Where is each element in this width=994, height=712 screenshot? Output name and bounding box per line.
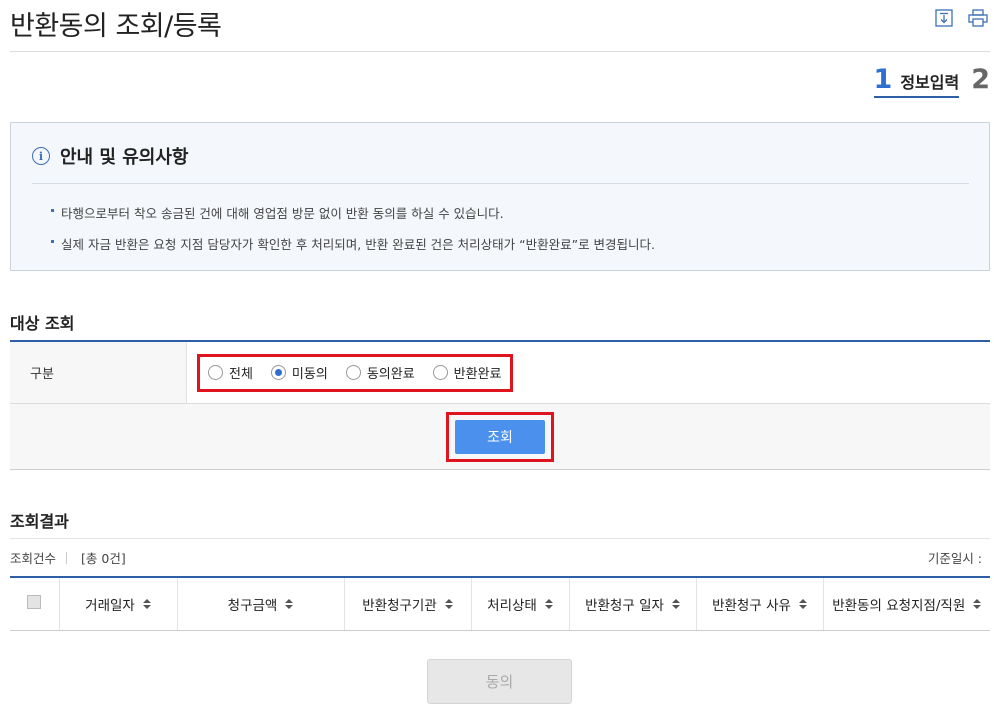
result-section-title: 조회결과: [10, 512, 69, 531]
result-count-value: [총 0건]: [81, 551, 126, 566]
col-header[interactable]: 반환청구기관: [344, 576, 472, 631]
radio-agreed-circle[interactable]: [345, 365, 361, 380]
radio-agreed[interactable]: 동의완료: [345, 363, 415, 382]
count-separator: [66, 551, 68, 564]
table-header-row: 거래일자 청구금액 반환청구기관 처리상태 반환청구 일자 반환청구 사유 반환…: [10, 576, 990, 631]
col-header[interactable]: 반환동의 요청지점/직원: [823, 576, 990, 631]
search-button[interactable]: 조회: [455, 419, 545, 454]
sort-icon[interactable]: [142, 598, 151, 609]
col-header[interactable]: 처리상태: [471, 576, 570, 631]
page-title: 반환동의 조회/등록: [10, 11, 222, 42]
col-header-label: 반환청구기관: [362, 597, 437, 614]
search-field: 전체 미동의 동의완료 반환완료: [187, 342, 990, 403]
download-icon[interactable]: [934, 8, 954, 28]
search-button-highlight: 조회: [446, 411, 554, 462]
step-current: 1 정보입력: [873, 64, 960, 98]
radio-returned-label: 반환완료: [453, 367, 502, 382]
notice-item: 타행으로부터 착오 송금된 건에 대해 영업점 방문 없이 반환 동의를 하실 …: [51, 203, 655, 222]
col-header[interactable]: 거래일자: [59, 576, 178, 631]
sort-icon[interactable]: [798, 598, 807, 609]
notice-item: 실제 자금 반환은 요청 지점 담당자가 확인한 후 처리되며, 반환 완료된 …: [51, 234, 655, 253]
radio-all-label: 전체: [229, 367, 253, 382]
select-all-checkbox[interactable]: [27, 594, 42, 609]
step-next-number: 2: [971, 64, 990, 95]
sort-icon[interactable]: [544, 598, 553, 609]
radio-returned[interactable]: 반환완료: [432, 363, 502, 382]
search-action-row: 조회: [10, 404, 990, 470]
notice-header: i 안내 및 유의사항: [32, 143, 188, 169]
sort-icon[interactable]: [973, 598, 982, 609]
base-date-label: 기준일시 :: [927, 551, 982, 566]
radio-all-circle[interactable]: [208, 365, 223, 380]
radio-all[interactable]: 전체: [208, 363, 253, 382]
title-divider: [10, 51, 990, 52]
notice-box: i 안내 및 유의사항 타행으로부터 착오 송금된 건에 대해 영업점 방문 없…: [10, 122, 990, 271]
search-form: 구분 전체 미동의 동의완료 반환완료 조회: [10, 340, 990, 470]
radio-selected-dot: [274, 369, 282, 376]
radio-not-agreed[interactable]: 미동의: [270, 363, 328, 382]
info-icon: i: [32, 147, 50, 165]
print-icon[interactable]: [968, 8, 988, 28]
search-row: 구분 전체 미동의 동의완료 반환완료: [10, 342, 990, 404]
search-section-title: 대상 조회: [10, 314, 75, 333]
title-tools: [934, 8, 988, 28]
radio-not-agreed-circle[interactable]: [270, 365, 286, 380]
result-table: 거래일자 청구금액 반환청구기관 처리상태 반환청구 일자 반환청구 사유 반환…: [10, 576, 990, 631]
notice-title: 안내 및 유의사항: [60, 147, 189, 168]
result-count-label: 조회건수: [10, 551, 57, 566]
col-header-label: 처리상태: [487, 597, 537, 614]
col-header-label: 반환동의 요청지점/직원: [832, 597, 966, 614]
col-header[interactable]: 반환청구 사유: [696, 576, 824, 631]
col-header-label: 거래일자: [85, 597, 135, 614]
notice-divider: [32, 183, 969, 184]
radio-agreed-label: 동의완료: [366, 367, 415, 382]
radio-returned-circle[interactable]: [432, 365, 448, 380]
search-label: 구분: [10, 342, 187, 403]
col-header-label: 반환청구 일자: [585, 597, 664, 614]
sort-icon[interactable]: [671, 598, 680, 609]
step-indicator: 1 정보입력 2: [873, 64, 990, 98]
sort-icon[interactable]: [285, 598, 294, 609]
col-header-label: 반환청구 사유: [712, 597, 791, 614]
col-header[interactable]: 청구금액: [177, 576, 345, 631]
notice-list: 타행으로부터 착오 송금된 건에 대해 영업점 방문 없이 반환 동의를 하실 …: [51, 203, 655, 265]
sort-icon[interactable]: [444, 598, 453, 609]
step-current-label: 정보입력: [900, 73, 960, 92]
result-divider: [10, 538, 990, 539]
agree-button[interactable]: 동의: [427, 659, 572, 704]
radio-not-agreed-label: 미동의: [291, 367, 328, 382]
col-header[interactable]: 반환청구 일자: [569, 576, 697, 631]
col-header-label: 청구금액: [227, 597, 278, 614]
type-radio-group: 전체 미동의 동의완료 반환완료: [197, 353, 513, 392]
result-count: 조회건수 [총 0건]: [10, 548, 126, 567]
step-current-number: 1: [873, 64, 893, 95]
col-select-all: [10, 576, 60, 631]
